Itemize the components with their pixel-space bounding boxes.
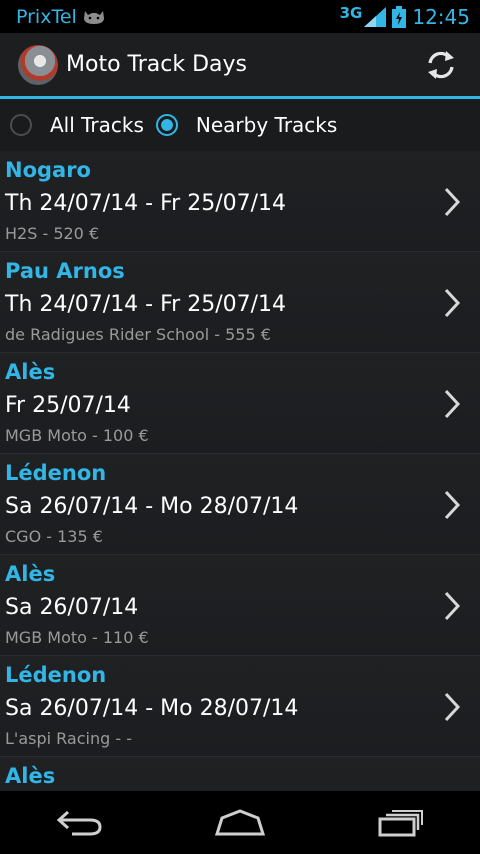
clock: 12:45 [412, 4, 470, 29]
track-day-list[interactable]: Nogaro Th 24/07/14 - Fr 25/07/14 H2S - 5… [0, 151, 480, 791]
track-dates: Sa 26/07/14 - Mo 28/07/14 [5, 494, 299, 519]
battery-icon [392, 5, 407, 28]
all-tracks-label: All Tracks [50, 113, 144, 137]
chevron-right-icon [444, 692, 461, 722]
organizer-price: L'aspi Racing - - [5, 729, 132, 748]
refresh-icon [428, 50, 454, 79]
home-icon [214, 808, 266, 835]
home-button[interactable] [210, 803, 270, 843]
status-bar: PrixTel 3G 12:45 [0, 0, 480, 33]
track-name: Pau Arnos [5, 259, 125, 283]
list-item[interactable]: Alès [0, 757, 480, 791]
track-filter: All Tracks Nearby Tracks [0, 99, 480, 151]
notification-cat-icon [83, 10, 104, 24]
list-item[interactable]: Alès Fr 25/07/14 MGB Moto - 100 € [0, 353, 480, 454]
app-title: Moto Track Days [66, 52, 247, 77]
action-bar: Moto Track Days [0, 33, 480, 99]
chevron-right-icon [444, 288, 461, 318]
organizer-price: de Radigues Rider School - 555 € [5, 325, 271, 344]
status-left: PrixTel [0, 6, 105, 28]
chevron-right-icon [444, 591, 461, 621]
list-item[interactable]: Lédenon Sa 26/07/14 - Mo 28/07/14 CGO - … [0, 454, 480, 555]
track-dates: Sa 26/07/14 - Mo 28/07/14 [5, 696, 299, 721]
chevron-right-icon [444, 187, 461, 217]
track-name: Alès [5, 764, 56, 788]
signal-icon [364, 6, 387, 27]
organizer-price: MGB Moto - 110 € [5, 628, 149, 647]
list-item[interactable]: Pau Arnos Th 24/07/14 - Fr 25/07/14 de R… [0, 252, 480, 353]
track-dates: Fr 25/07/14 [5, 393, 131, 418]
track-dates: Sa 26/07/14 [5, 595, 139, 620]
track-name: Alès [5, 562, 56, 586]
organizer-price: H2S - 520 € [5, 224, 100, 243]
recents-button[interactable] [370, 803, 430, 843]
navigation-bar [0, 791, 480, 854]
back-icon [56, 810, 102, 835]
track-name: Lédenon [5, 663, 107, 687]
carrier-name: PrixTel [16, 5, 77, 28]
track-name: Nogaro [5, 158, 91, 182]
network-type: 3G [339, 3, 363, 22]
organizer-price: CGO - 135 € [5, 527, 103, 546]
track-name: Lédenon [5, 461, 107, 485]
nearby-tracks-label: Nearby Tracks [195, 113, 338, 137]
back-button[interactable] [50, 803, 110, 843]
track-dates: Th 24/07/14 - Fr 25/07/14 [5, 191, 287, 216]
app-icon[interactable] [18, 44, 58, 85]
recents-icon [378, 809, 423, 836]
chevron-right-icon [444, 490, 461, 520]
status-right: 3G 12:45 [339, 3, 480, 29]
list-item[interactable]: Nogaro Th 24/07/14 - Fr 25/07/14 H2S - 5… [0, 151, 480, 252]
organizer-price: MGB Moto - 100 € [5, 426, 149, 445]
list-item[interactable]: Lédenon Sa 26/07/14 - Mo 28/07/14 L'aspi… [0, 656, 480, 757]
nearby-tracks-radio[interactable] [155, 114, 178, 136]
refresh-button[interactable] [420, 44, 462, 86]
all-tracks-option[interactable]: All Tracks [10, 113, 144, 137]
track-name: Alès [5, 360, 56, 384]
list-item[interactable]: Alès Sa 26/07/14 MGB Moto - 110 € [0, 555, 480, 656]
all-tracks-radio[interactable] [10, 114, 32, 136]
track-dates: Th 24/07/14 - Fr 25/07/14 [5, 292, 287, 317]
nearby-tracks-option[interactable]: Nearby Tracks [155, 113, 338, 137]
chevron-right-icon [444, 389, 461, 419]
